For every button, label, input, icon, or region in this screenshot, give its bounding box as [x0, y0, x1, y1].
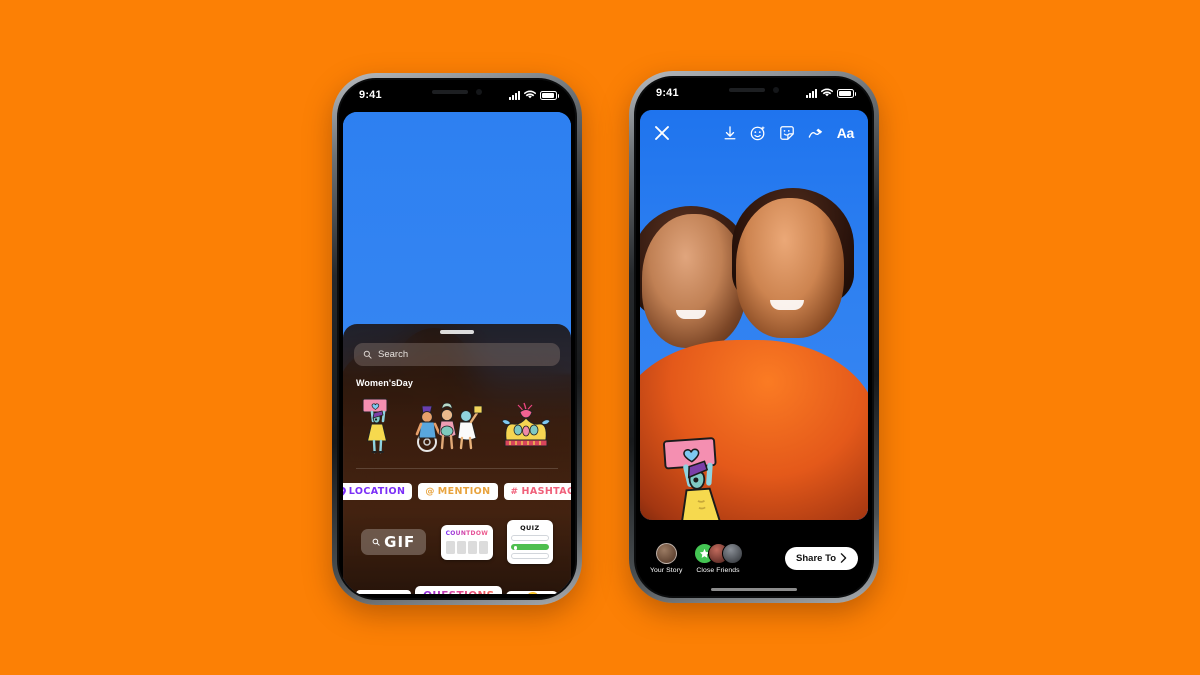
status-indicators [509, 90, 559, 100]
at-sign-icon: @ [425, 486, 435, 497]
story-photo-canvas[interactable]: Aa [640, 110, 868, 520]
status-bar-left: 9:41 [339, 80, 575, 110]
search-placeholder-text: Search [378, 349, 409, 360]
hash-icon: # [510, 486, 519, 497]
phone-right-screen: 9:41 Aa Your Story Close Friends Share T… [634, 76, 874, 598]
sticker-tray-panel: Search Women'sDay LOCATION @ MENTION # H… [343, 324, 571, 594]
group-of-women-sticker[interactable] [413, 400, 485, 452]
home-indicator [711, 587, 797, 591]
camera-icon [773, 86, 779, 93]
sticker-grid-row-1: GIF COUNTDOWN QUIZ [354, 520, 560, 564]
countdown-sticker-button[interactable]: COUNTDOWN [440, 524, 494, 560]
quiz-label: QUIZ [520, 524, 540, 532]
share-to-button[interactable]: Share To [785, 546, 858, 570]
audience-your-story[interactable]: Your Story [650, 542, 683, 574]
search-icon [363, 350, 372, 359]
draw-icon[interactable] [808, 126, 824, 141]
quiz-option-2-selected [510, 544, 549, 550]
speaker-icon [729, 87, 765, 92]
chevron-right-icon [840, 553, 847, 563]
battery-full-icon [540, 90, 559, 100]
tray-divider [356, 468, 558, 469]
questions-sticker-button[interactable]: QUESTIONS [415, 586, 503, 594]
your-story-label: Your Story [650, 566, 683, 574]
emoji-slider-sticker-button[interactable]: 😍 [506, 590, 559, 595]
text-icon[interactable]: Aa [837, 125, 855, 141]
questions-label: QUESTIONS [423, 590, 494, 594]
left-screen-content: Search Women'sDay LOCATION @ MENTION # H… [339, 110, 575, 598]
gif-sticker-button[interactable]: GIF [361, 529, 427, 555]
battery-full-icon [837, 88, 856, 98]
avatar [655, 542, 677, 564]
woman-with-sign-sticker[interactable] [360, 397, 400, 455]
location-pin-icon [343, 487, 346, 496]
status-time: 9:41 [359, 89, 382, 101]
mention-sticker-button[interactable]: @ MENTION [418, 483, 498, 500]
countdown-label: COUNTDOWN [445, 529, 494, 537]
poll-label: POLL [374, 593, 405, 594]
poll-sticker-button[interactable]: POLL [355, 590, 412, 594]
cellular-bars-icon [509, 90, 520, 100]
quiz-option-3 [510, 553, 549, 559]
status-bar-right: 9:41 [636, 78, 872, 108]
countdown-digit-boxes [445, 540, 488, 554]
woman-with-sign-sticker[interactable] [658, 432, 750, 520]
audience-close-friends[interactable]: Close Friends [693, 542, 743, 574]
phone-left-sticker-tray: 9:41 Search Women'sDay LOCATION @ MENTIO… [332, 73, 582, 605]
share-bar: Your Story Close Friends Share To [636, 520, 872, 596]
download-icon[interactable] [723, 125, 737, 141]
editor-tool-icons: Aa [723, 125, 854, 141]
phone-left-screen: 9:41 Search Women'sDay LOCATION @ MENTIO… [337, 78, 577, 600]
hashtag-sticker-button[interactable]: # HASHTAG [503, 483, 571, 500]
avatar [721, 542, 743, 564]
status-time: 9:41 [656, 87, 679, 99]
notch [409, 80, 505, 103]
hashtag-label: HASHTAG [521, 486, 571, 497]
share-to-label: Share To [796, 552, 836, 564]
story-photo-preview: Search Women'sDay LOCATION @ MENTION # H… [343, 112, 571, 594]
notch [706, 78, 802, 101]
person-2-face [736, 198, 844, 338]
close-friends-label: Close Friends [696, 566, 740, 574]
section-title: Women'sDay [356, 378, 413, 388]
featured-sticker-row [354, 392, 560, 460]
mention-label: MENTION [437, 486, 491, 497]
effects-face-icon[interactable] [750, 125, 766, 141]
cellular-bars-icon [806, 88, 817, 98]
search-icon [372, 538, 380, 546]
quiz-option-1 [510, 535, 549, 541]
wifi-icon [821, 88, 833, 97]
location-label: LOCATION [348, 486, 406, 497]
person-1-face [642, 214, 746, 348]
person-2-smile [770, 300, 804, 310]
crown-sticker[interactable] [498, 400, 554, 452]
tag-button-row: LOCATION @ MENTION # HASHTAG [343, 483, 571, 500]
gif-label: GIF [384, 533, 416, 551]
search-input[interactable]: Search [354, 343, 560, 366]
sticker-icon[interactable] [779, 125, 795, 141]
slider-emoji[interactable]: 😍 [526, 593, 540, 595]
wifi-icon [524, 90, 536, 99]
speaker-icon [432, 89, 468, 94]
status-indicators [806, 88, 856, 98]
quiz-sticker-button[interactable]: QUIZ [506, 520, 553, 564]
sticker-grid-row-2: POLL QUESTIONS 😍 [354, 586, 560, 594]
tray-drag-handle[interactable] [440, 330, 474, 334]
camera-icon [476, 88, 482, 95]
close-friends-avatars [693, 542, 743, 564]
phone-right-story-editor: 9:41 Aa Your Story Close Friends Share T… [629, 71, 879, 603]
person-1-smile [676, 310, 706, 319]
close-icon[interactable] [654, 125, 670, 141]
location-sticker-button[interactable]: LOCATION [343, 483, 413, 500]
right-screen-content: Aa Your Story Close Friends Share To [636, 108, 872, 596]
editor-toolbar: Aa [640, 116, 868, 150]
